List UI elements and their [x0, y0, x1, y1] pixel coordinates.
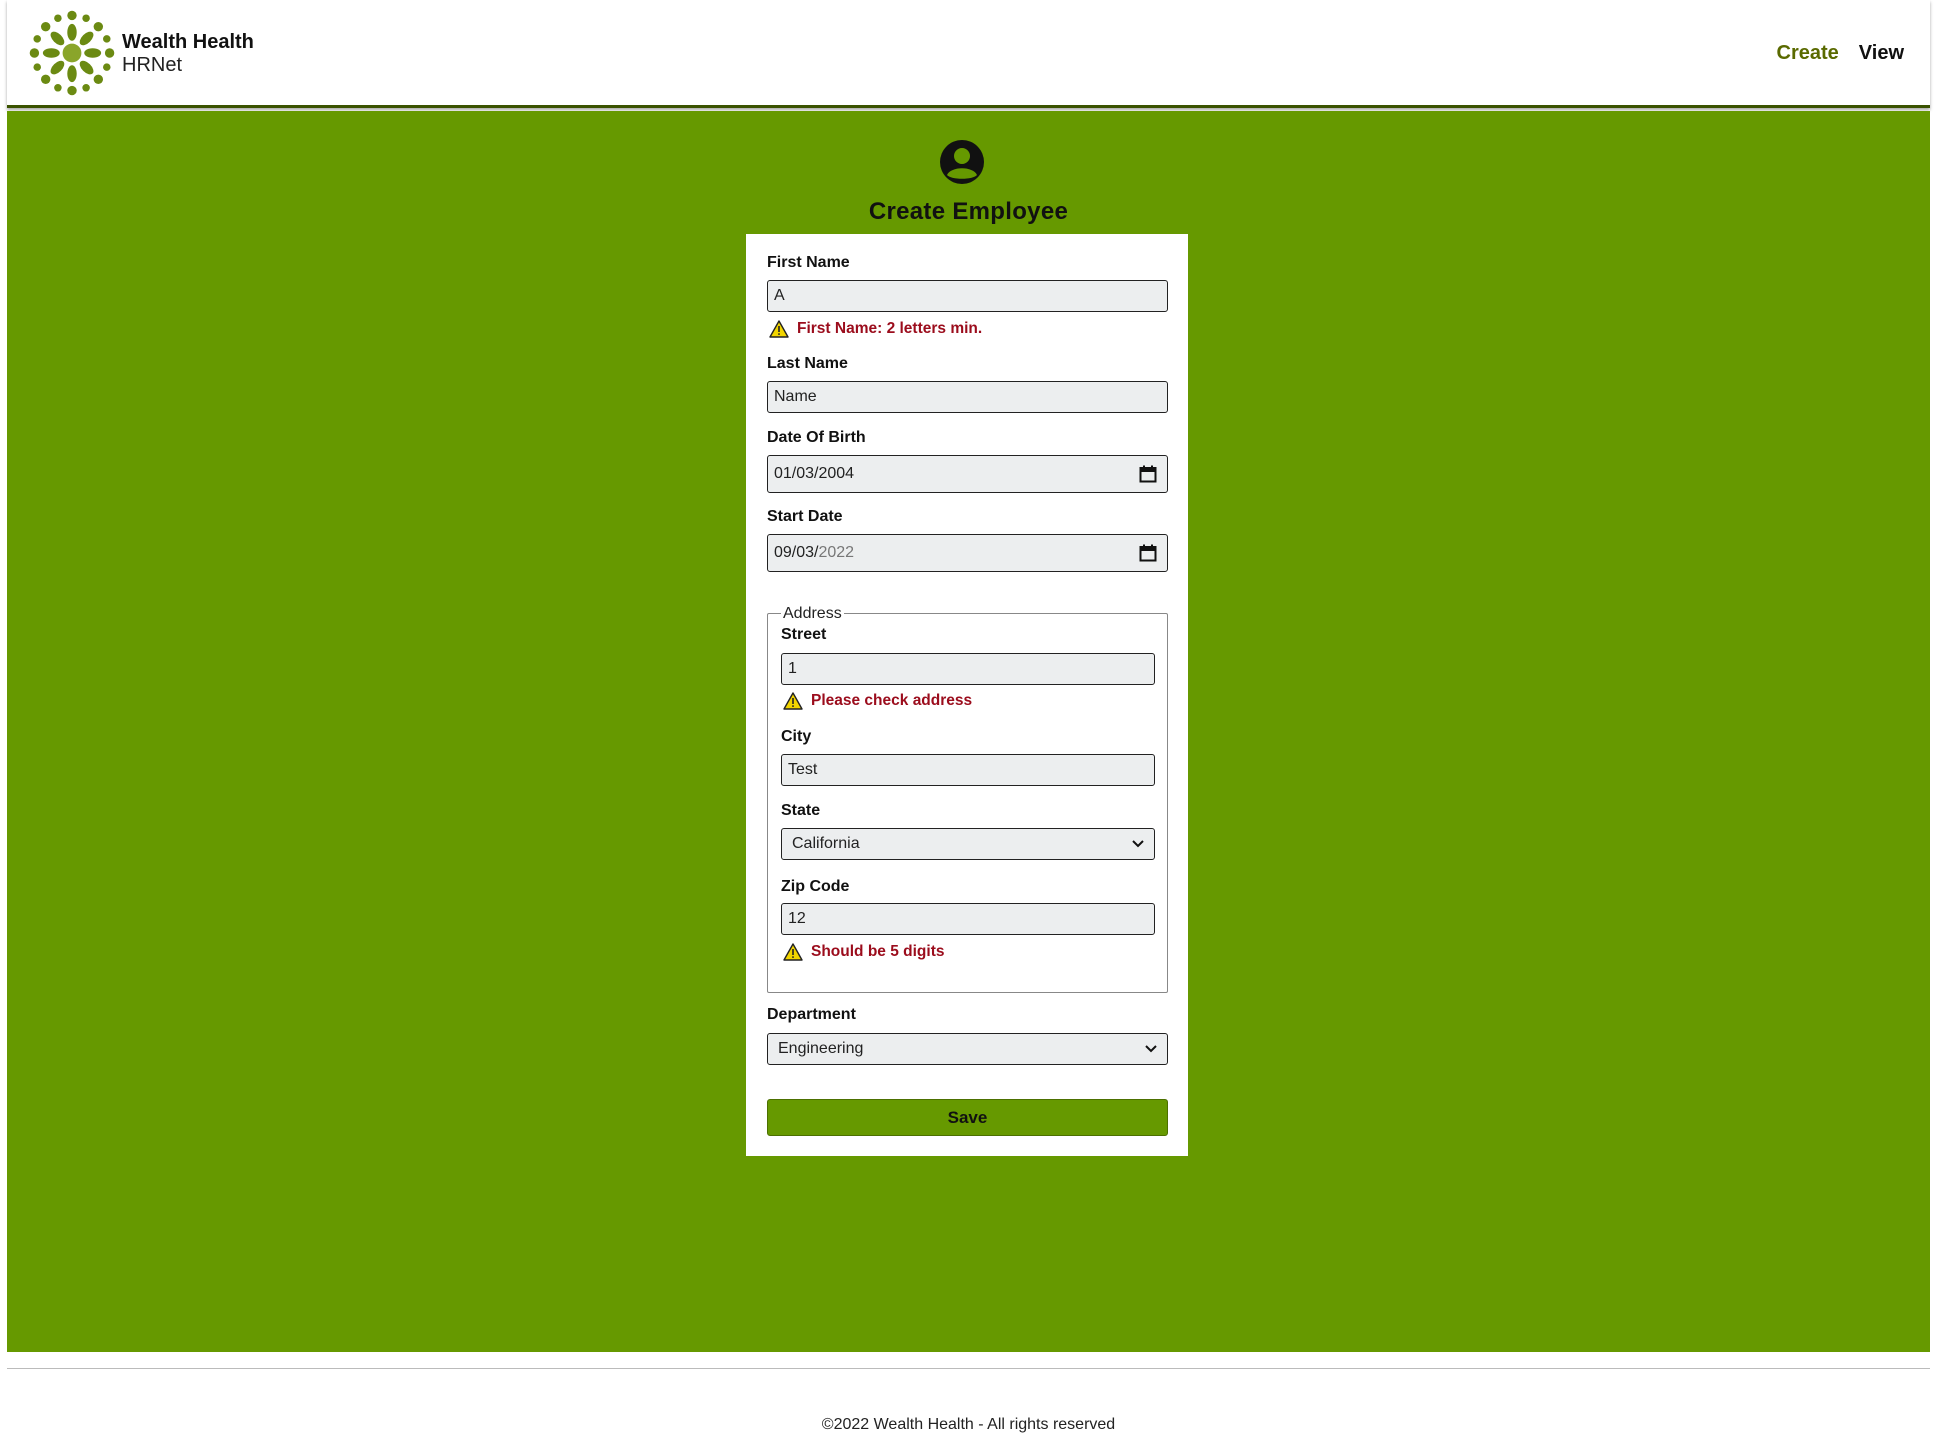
last-name-label: Last Name [767, 355, 848, 372]
start-date-input[interactable]: 09/03/2022 [767, 534, 1168, 572]
city-input[interactable]: Test [781, 754, 1155, 786]
user-circle-icon [940, 140, 984, 184]
footer-divider [7, 1368, 1930, 1369]
warning-icon [783, 692, 803, 710]
warning-icon [769, 320, 789, 338]
address-fieldset: Address Street 1 Please check address Ci… [767, 605, 1168, 993]
start-date-value: 09/03/ [774, 544, 819, 561]
chevron-down-icon [1145, 1045, 1157, 1053]
last-name-input[interactable]: Name [767, 381, 1168, 413]
main-nav: Create View [1777, 42, 1904, 65]
calendar-icon[interactable] [1139, 465, 1157, 483]
footer-copyright: ©2022 Wealth Health - All rights reserve… [821, 1416, 1116, 1433]
save-button[interactable]: Save [767, 1099, 1168, 1136]
first-name-error: First Name: 2 letters min. [769, 320, 982, 338]
first-name-error-text: First Name: 2 letters min. [797, 320, 983, 337]
state-label: State [781, 802, 821, 819]
zip-code-label: Zip Code [781, 878, 850, 895]
wealth-health-logo [29, 10, 115, 96]
street-input[interactable]: 1 [781, 653, 1155, 685]
first-name-input[interactable]: A [767, 280, 1168, 312]
street-label: Street [781, 626, 827, 643]
brand: Wealth Health HRNet [122, 30, 254, 76]
calendar-icon[interactable] [1139, 544, 1157, 562]
brand-name: Wealth Health [122, 31, 254, 53]
zip-code-input[interactable]: 12 [781, 903, 1155, 935]
department-select[interactable]: Engineering [767, 1033, 1168, 1065]
page-title: Create Employee [868, 198, 1069, 225]
state-select-value: California [792, 835, 860, 852]
state-select[interactable]: California [781, 828, 1155, 860]
nav-create-link[interactable]: Create [1777, 42, 1839, 65]
address-legend: Address [781, 605, 844, 623]
page: Wealth Health HRNet Create View Create E… [0, 0, 1937, 1440]
zip-code-error: Should be 5 digits [783, 943, 944, 961]
start-date-placeholder: 2022 [818, 544, 855, 561]
department-label: Department [767, 1006, 856, 1023]
brand-subtitle: HRNet [122, 54, 183, 76]
street-error: Please check address [783, 692, 972, 710]
street-error-text: Please check address [811, 692, 973, 709]
first-name-label: First Name [767, 254, 850, 271]
department-select-value: Engineering [778, 1040, 864, 1057]
chevron-down-icon [1132, 840, 1144, 848]
start-date-label: Start Date [767, 508, 843, 525]
city-label: City [781, 728, 812, 745]
date-of-birth-input[interactable]: 01/03/2004 [767, 455, 1168, 493]
nav-view-link[interactable]: View [1859, 42, 1904, 65]
zip-code-error-text: Should be 5 digits [811, 943, 945, 960]
date-of-birth-value: 01/03/2004 [774, 465, 855, 482]
warning-icon [783, 943, 803, 961]
date-of-birth-label: Date Of Birth [767, 429, 866, 446]
app-header: Wealth Health HRNet Create View [7, 0, 1930, 108]
create-employee-form: First Name A First Name: 2 letters min. … [746, 234, 1188, 1156]
